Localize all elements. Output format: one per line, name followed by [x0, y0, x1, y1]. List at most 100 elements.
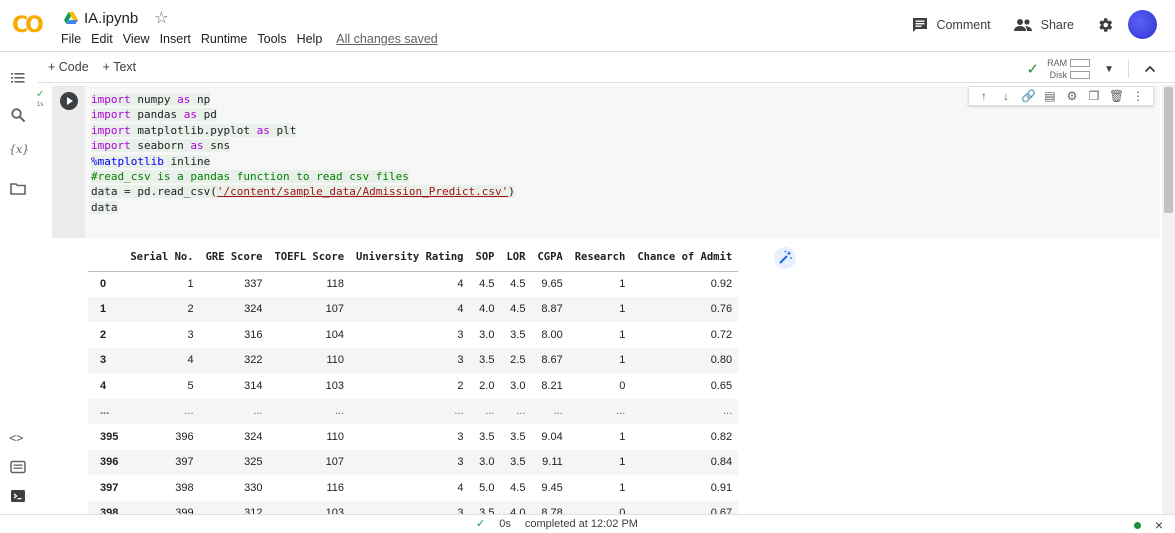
title-row: IA.ipynb ☆ [64, 8, 169, 28]
runtime-dropdown-icon[interactable]: ▼ [1104, 64, 1114, 75]
collapse-header-chevron-up-icon[interactable] [1143, 62, 1157, 76]
star-icon[interactable]: ☆ [154, 8, 168, 28]
table-cell: 4 [350, 296, 470, 322]
menu-help[interactable]: Help [297, 32, 323, 46]
mirror-cell-icon[interactable]: ❐ [1087, 89, 1101, 103]
comment-button[interactable]: Comment [912, 17, 991, 33]
move-cell-down-icon[interactable]: ↓ [999, 89, 1013, 103]
resource-monitor[interactable]: RAM Disk [1047, 57, 1091, 81]
code-cell[interactable]: import numpy as np import pandas as pd imp… [52, 86, 1160, 238]
table-row: 395 396 324 110 3 3.5 3.5 9.04 1 0.82 [88, 424, 738, 450]
move-cell-up-icon[interactable]: ↑ [977, 89, 991, 103]
menu-runtime[interactable]: Runtime [201, 32, 248, 46]
table-cell: ... [531, 398, 569, 424]
menu-insert[interactable]: Insert [160, 32, 191, 46]
code-line: %matplotlib inline [91, 154, 515, 169]
table-cell: 3 [457, 328, 464, 341]
table-row: 4 5 314 103 2 2.0 3.0 8.21 0 0.65 [88, 373, 738, 399]
delete-trash-icon[interactable]: 🗑 [1109, 89, 1124, 103]
column-header: SOP [469, 244, 501, 272]
table-cell: ... [124, 398, 200, 424]
settings-gear-icon[interactable] [1096, 16, 1114, 34]
table-cell: 9.04 [541, 430, 563, 443]
more-options-icon[interactable]: ⋮ [1131, 89, 1145, 103]
table-cell: 330 [244, 481, 263, 494]
drive-icon [64, 12, 78, 24]
table-cell: 3 [457, 430, 464, 443]
insert-cell-buttons: + Code + Text [48, 60, 136, 74]
menu-edit[interactable]: Edit [91, 32, 113, 46]
scrollbar-thumb[interactable] [1164, 87, 1173, 213]
table-cell: 3.5 [510, 430, 526, 443]
vertical-scrollbar[interactable] [1162, 85, 1175, 515]
cell-settings-gear-icon[interactable]: ⚙ [1065, 89, 1079, 103]
table-cell: 3.5 [500, 449, 532, 475]
add-text-cell-button[interactable]: + Text [103, 60, 136, 74]
table-cell: ... [199, 398, 269, 424]
table-cell: 316 [244, 328, 263, 341]
code-line: data [91, 200, 515, 215]
code-token: as [256, 123, 270, 137]
variables-icon[interactable]: {x} [9, 143, 29, 159]
status-right: × [1133, 517, 1163, 533]
magic-wand-icon[interactable] [774, 247, 796, 269]
ram-bar [1070, 59, 1091, 67]
table-cell: 0 [619, 379, 626, 392]
link-icon[interactable]: 🔗 [1021, 89, 1036, 103]
table-cell: 3.5 [469, 347, 501, 373]
code-token: matplotlib.pyplot [130, 123, 257, 137]
code-token: import [91, 108, 131, 122]
row-index: 398 [88, 500, 125, 514]
table-cell: 3 [187, 328, 194, 341]
menu-file[interactable]: File [61, 32, 81, 46]
code-token: pd [196, 108, 217, 122]
terminal-icon[interactable] [10, 488, 26, 504]
table-cell: 118 [326, 278, 345, 290]
column-header: Serial No. [124, 244, 200, 272]
code-token: '/content/sample_data/Admission_Predict.… [216, 185, 509, 199]
row-index: 4 [100, 379, 107, 392]
table-row: 0 1 337 118 4 4.5 4.5 9.65 1 0.92 [88, 271, 738, 297]
search-icon[interactable] [10, 107, 26, 123]
run-cell-button[interactable] [60, 92, 78, 110]
command-palette-icon[interactable] [10, 459, 26, 475]
table-cell: 0.84 [631, 449, 739, 475]
table-cell: 4.5 [479, 278, 495, 290]
notebook-toolbar: + Code + Text ✓ RAM Disk ▼ [38, 53, 1175, 83]
table-cell: 3.5 [510, 328, 526, 341]
column-header [88, 244, 125, 272]
status-message: completed at 12:02 PM [524, 517, 638, 530]
header-actions: Comment Share [912, 10, 1157, 39]
column-header: Chance of Admit [631, 244, 739, 272]
files-folder-icon[interactable] [10, 181, 26, 197]
menu-tools[interactable]: Tools [257, 32, 286, 46]
table-cell: 4.5 [500, 296, 532, 322]
code-token: inline [163, 154, 211, 168]
colab-logo[interactable]: CO [12, 13, 44, 38]
save-status-link[interactable]: All changes saved [336, 32, 437, 46]
notebook-title[interactable]: IA.ipynb [84, 10, 138, 27]
disk-bar [1070, 71, 1091, 79]
code-token: as [190, 139, 204, 153]
code-snippets-icon[interactable]: <> [9, 431, 29, 447]
table-cell: 396 [175, 430, 194, 443]
column-header: University Rating [350, 244, 470, 272]
table-cell: 1 [187, 278, 194, 290]
code-editor[interactable]: import numpy as np import pandas as pd imp… [91, 92, 515, 215]
row-index: ... [88, 398, 125, 424]
comment-cell-icon[interactable]: ▤ [1043, 89, 1057, 103]
share-button[interactable]: Share [1013, 18, 1074, 32]
user-avatar[interactable] [1128, 10, 1157, 39]
table-cell: 107 [268, 449, 351, 475]
add-code-cell-button[interactable]: + Code [48, 60, 89, 74]
close-status-icon[interactable]: × [1155, 517, 1163, 533]
row-index: 1 [88, 296, 125, 322]
table-cell: 4 [457, 278, 464, 290]
table-of-contents-icon[interactable] [10, 70, 26, 86]
table-cell: 399 [124, 500, 200, 514]
table-cell: ... [350, 398, 470, 424]
code-token: data [91, 200, 118, 214]
menu-view[interactable]: View [123, 32, 150, 46]
table-cell: 3.0 [479, 328, 495, 341]
code-token: seaborn [130, 139, 191, 153]
